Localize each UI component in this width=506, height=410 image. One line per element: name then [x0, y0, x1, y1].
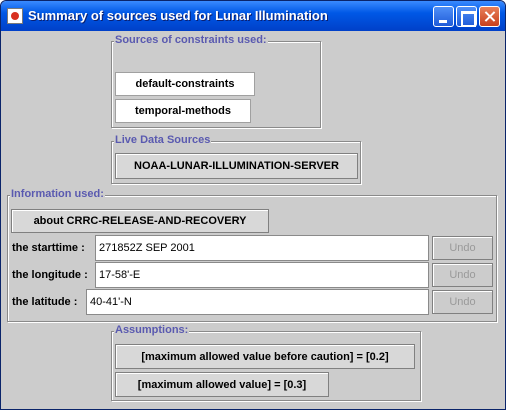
caution-assumption-button[interactable]: [maximum allowed value before caution] =… — [115, 344, 415, 369]
java-app-icon — [7, 8, 23, 24]
longitude-field[interactable]: 17-58'-E — [95, 262, 429, 288]
latitude-undo-button[interactable]: Undo — [432, 290, 493, 314]
maximize-icon[interactable] — [456, 6, 477, 27]
summary-window: Summary of sources used for Lunar Illumi… — [0, 0, 506, 410]
latitude-label: the latitude : — [12, 296, 78, 308]
constraints-group-label: Sources of constraints used: — [114, 34, 268, 46]
information-group-label: Information used: — [10, 188, 105, 200]
title-bar[interactable]: Summary of sources used for Lunar Illumi… — [1, 1, 505, 31]
starttime-undo-button[interactable]: Undo — [432, 236, 493, 260]
longitude-label: the longitude : — [12, 269, 88, 281]
temporal-methods-button[interactable]: temporal-methods — [115, 99, 251, 123]
noaa-server-button[interactable]: NOAA-LUNAR-ILLUMINATION-SERVER — [115, 153, 358, 179]
assumptions-group-label: Assumptions: — [114, 324, 190, 336]
live-data-group-label: Live Data Sources — [114, 134, 212, 146]
close-icon[interactable] — [479, 6, 500, 27]
default-constraints-button[interactable]: default-constraints — [115, 72, 255, 96]
starttime-field[interactable]: 271852Z SEP 2001 — [95, 235, 429, 261]
window-title: Summary of sources used for Lunar Illumi… — [28, 8, 328, 23]
max-value-assumption-button[interactable]: [maximum allowed value] = [0.3] — [115, 372, 329, 397]
starttime-label: the starttime : — [12, 242, 85, 254]
longitude-undo-button[interactable]: Undo — [432, 263, 493, 287]
minimize-icon[interactable] — [433, 6, 454, 27]
about-crrc-button[interactable]: about CRRC-RELEASE-AND-RECOVERY — [11, 209, 269, 233]
latitude-field[interactable]: 40-41'-N — [86, 289, 429, 315]
